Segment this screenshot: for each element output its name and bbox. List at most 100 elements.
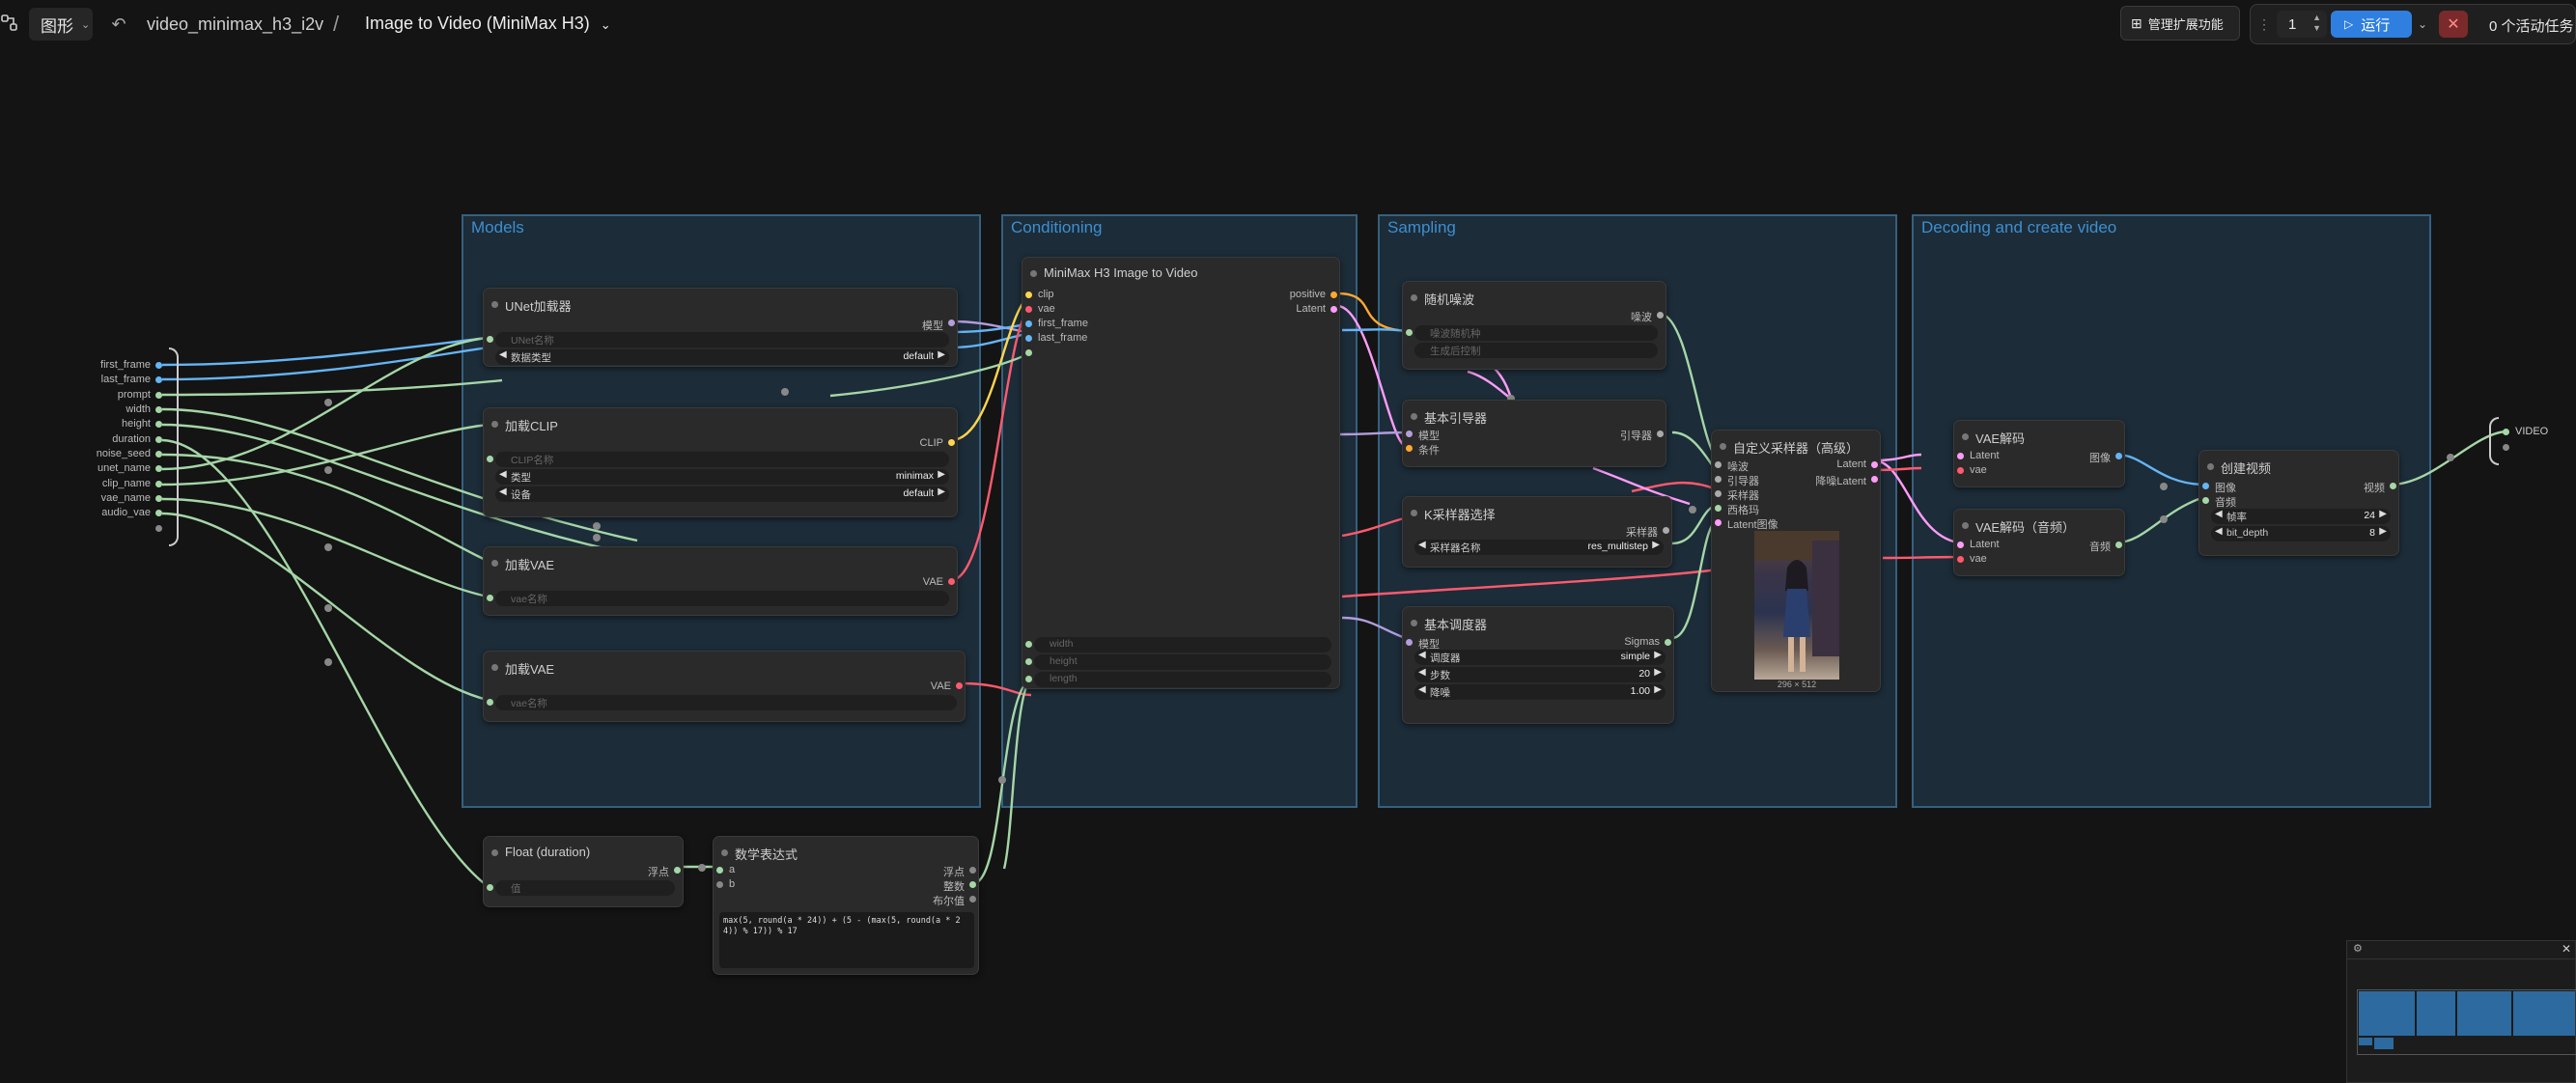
clip-type-combo[interactable]: ◀ 类型 minimax ▶ bbox=[495, 469, 949, 485]
node-vae-decode-audio[interactable]: VAE解码（音频） Latent vae 音频 bbox=[1953, 509, 2125, 576]
input-pin-a[interactable] bbox=[716, 867, 723, 874]
input-pin-value[interactable] bbox=[487, 884, 493, 891]
input-pin[interactable] bbox=[155, 421, 162, 428]
minimap-close-icon[interactable]: ✕ bbox=[2562, 942, 2571, 956]
node-create-video[interactable]: 创建视频 图像 音频 视频 ◀ 帧率 24 ▶ ◀ bit_depth 8 ▶ bbox=[2198, 450, 2399, 556]
arrow-left-icon[interactable]: ◀ bbox=[1418, 684, 1426, 695]
input-pin-length[interactable] bbox=[1025, 676, 1032, 682]
output-pin-sampler[interactable] bbox=[1663, 527, 1669, 534]
subgraph-title[interactable]: Image to Video (MiniMax H3) ⌄ bbox=[365, 14, 611, 34]
bit-depth-widget[interactable]: ◀ bit_depth 8 ▶ bbox=[2211, 526, 2391, 542]
arrow-left-icon[interactable]: ◀ bbox=[499, 349, 507, 360]
node-custom-sampler-advanced[interactable]: 自定义采样器（高级） 噪波 引导器 采样器 西格玛 Latent图像 Laten… bbox=[1711, 430, 1881, 692]
vae-name-widget[interactable]: vae名称 bbox=[495, 695, 957, 710]
input-pin-image[interactable] bbox=[2202, 483, 2209, 489]
input-pin-last-frame[interactable] bbox=[1025, 335, 1032, 342]
arrow-left-icon[interactable]: ◀ bbox=[1418, 540, 1426, 550]
arrow-right-icon[interactable]: ▶ bbox=[938, 349, 945, 360]
input-pin-conditioning[interactable] bbox=[1406, 445, 1413, 452]
arrow-left-icon[interactable]: ◀ bbox=[2215, 526, 2223, 537]
input-pin-noise-seed[interactable] bbox=[1406, 329, 1413, 336]
width-widget[interactable]: width bbox=[1034, 637, 1331, 653]
arrow-right-icon[interactable]: ▶ bbox=[1654, 667, 1662, 678]
input-pin-prompt[interactable] bbox=[1025, 349, 1032, 356]
collapse-dot-icon[interactable] bbox=[491, 421, 498, 428]
input-pin-clip-name[interactable] bbox=[487, 456, 493, 462]
output-pin-model[interactable] bbox=[948, 319, 955, 326]
input-pin[interactable] bbox=[155, 392, 162, 399]
arrow-right-icon[interactable]: ▶ bbox=[2379, 509, 2387, 519]
arrow-left-icon[interactable]: ◀ bbox=[1418, 650, 1426, 660]
collapse-dot-icon[interactable] bbox=[1411, 413, 1417, 420]
output-pin-guider[interactable] bbox=[1657, 430, 1664, 437]
input-pin-guider[interactable] bbox=[1715, 476, 1722, 483]
output-pin-video[interactable] bbox=[2390, 483, 2396, 489]
clip-name-widget[interactable]: CLIP名称 bbox=[495, 452, 949, 467]
input-pin[interactable] bbox=[155, 362, 162, 369]
input-pin[interactable] bbox=[155, 376, 162, 383]
arrow-right-icon[interactable]: ▶ bbox=[938, 486, 945, 497]
graph-menu-button[interactable]: 图形 ⌄ bbox=[29, 8, 93, 41]
collapse-dot-icon[interactable] bbox=[491, 560, 498, 567]
run-options-chevron-icon[interactable]: ⌄ bbox=[2414, 11, 2431, 38]
float-value-widget[interactable]: 值 bbox=[495, 880, 675, 896]
output-pin-image[interactable] bbox=[2115, 453, 2122, 459]
unet-name-widget[interactable]: UNet名称 bbox=[495, 332, 949, 347]
input-pin[interactable] bbox=[155, 436, 162, 443]
minimap-settings-icon[interactable]: ⚙ bbox=[2353, 942, 2363, 955]
input-pin-empty[interactable] bbox=[155, 525, 162, 532]
node-minimax-h3-i2v[interactable]: MiniMax H3 Image to Video clip vae first… bbox=[1022, 257, 1340, 689]
expression-textarea[interactable]: max(5, round(a * 24)) + (5 - (max(5, rou… bbox=[719, 912, 974, 968]
output-pin-video[interactable] bbox=[2503, 429, 2509, 435]
collapse-dot-icon[interactable] bbox=[1720, 443, 1726, 450]
output-pin-vae[interactable] bbox=[956, 682, 963, 689]
arrow-right-icon[interactable]: ▶ bbox=[1654, 650, 1662, 660]
arrow-right-icon[interactable]: ▶ bbox=[1654, 684, 1662, 695]
collapse-dot-icon[interactable] bbox=[1411, 294, 1417, 301]
node-vae-loader[interactable]: 加载VAE VAE vae名称 bbox=[483, 546, 958, 616]
input-pin[interactable] bbox=[155, 510, 162, 516]
input-pin[interactable] bbox=[155, 495, 162, 502]
unet-dtype-combo[interactable]: ◀ 数据类型 default ▶ bbox=[495, 349, 949, 365]
fps-widget[interactable]: ◀ 帧率 24 ▶ bbox=[2211, 509, 2391, 524]
arrow-right-icon[interactable]: ▶ bbox=[1652, 540, 1660, 550]
node-math-expression[interactable]: 数学表达式 a b 浮点 整数 布尔值 max(5, round(a * 24)… bbox=[713, 836, 979, 975]
arrow-left-icon[interactable]: ◀ bbox=[2215, 509, 2223, 519]
output-pin-int[interactable] bbox=[969, 881, 976, 888]
input-pin-latent-image[interactable] bbox=[1715, 519, 1722, 526]
run-button[interactable]: ▷ 运行 bbox=[2331, 11, 2412, 38]
node-float-duration[interactable]: Float (duration) 浮点 值 bbox=[483, 836, 684, 907]
arrow-right-icon[interactable]: ▶ bbox=[938, 469, 945, 480]
stop-button[interactable]: ✕ bbox=[2439, 11, 2468, 38]
input-pin-first-frame[interactable] bbox=[1025, 320, 1032, 327]
input-pin[interactable] bbox=[155, 451, 162, 458]
collapse-dot-icon[interactable] bbox=[491, 849, 498, 856]
input-pin-audio[interactable] bbox=[2202, 497, 2209, 504]
length-widget[interactable]: length bbox=[1034, 672, 1331, 687]
node-vae-decode[interactable]: VAE解码 Latent vae 图像 bbox=[1953, 420, 2125, 487]
collapse-dot-icon[interactable] bbox=[2207, 463, 2214, 470]
output-pin-denoised-latent[interactable] bbox=[1871, 476, 1878, 483]
control-after-generate-widget[interactable]: 生成后控制 bbox=[1414, 343, 1658, 358]
input-pin-noise[interactable] bbox=[1715, 461, 1722, 468]
output-pin-sigmas[interactable] bbox=[1665, 639, 1671, 646]
output-pin-empty[interactable] bbox=[2503, 444, 2509, 451]
input-pin-latent[interactable] bbox=[1957, 453, 1964, 459]
app-logo-icon[interactable] bbox=[0, 10, 23, 37]
node-clip-loader[interactable]: 加载CLIP CLIP CLIP名称 ◀ 类型 minimax ▶ ◀ 设备 d… bbox=[483, 407, 958, 517]
collapse-dot-icon[interactable] bbox=[1411, 510, 1417, 516]
input-pin-height[interactable] bbox=[1025, 658, 1032, 665]
input-pin[interactable] bbox=[155, 406, 162, 413]
collapse-dot-icon[interactable] bbox=[1962, 522, 1969, 529]
node-unet-loader[interactable]: UNet加载器 模型 UNet名称 ◀ 数据类型 default ▶ bbox=[483, 288, 958, 367]
arrow-right-icon[interactable]: ▶ bbox=[2379, 526, 2387, 537]
input-pin-sigmas[interactable] bbox=[1715, 505, 1722, 512]
output-pin-noise[interactable] bbox=[1657, 312, 1664, 319]
minimap[interactable]: ⚙ ✕ bbox=[2346, 940, 2576, 1083]
node-random-noise[interactable]: 随机噪波 噪波 噪波随机种 生成后控制 bbox=[1402, 281, 1666, 370]
input-pin-vae[interactable] bbox=[1957, 556, 1964, 563]
denoise-widget[interactable]: ◀ 降噪 1.00 ▶ bbox=[1414, 684, 1666, 700]
node-basic-guider[interactable]: 基本引导器 模型 条件 引导器 bbox=[1402, 400, 1666, 467]
drag-handle-icon[interactable]: ⋮⋮ bbox=[2257, 14, 2284, 35]
clip-device-combo[interactable]: ◀ 设备 default ▶ bbox=[495, 486, 949, 502]
